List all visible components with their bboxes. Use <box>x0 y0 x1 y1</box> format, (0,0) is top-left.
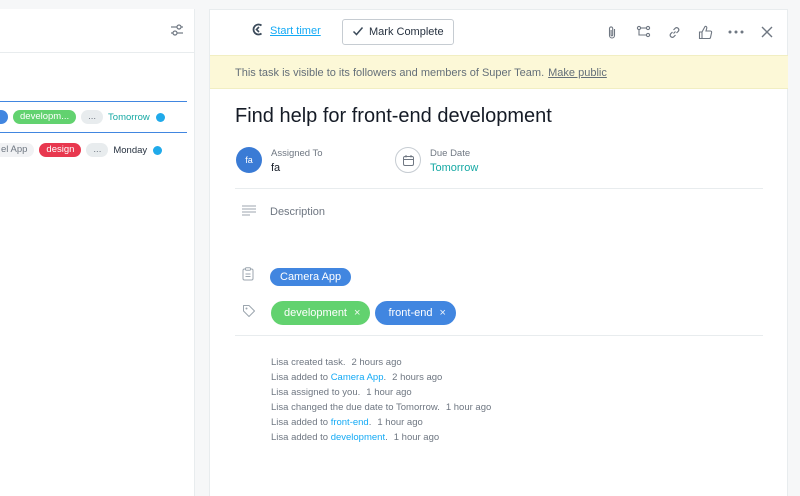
activity-text: Lisa added to <box>271 432 331 443</box>
assigned-to-label: Assigned To <box>271 148 323 159</box>
activity-feed: Lisa created task. 2 hours ago Lisa added… <box>271 355 491 445</box>
subtask-icon[interactable] <box>635 24 651 40</box>
description-placeholder: Description <box>270 206 326 218</box>
mark-complete-label: Mark Complete <box>369 26 444 38</box>
remove-tag-icon[interactable]: × <box>354 301 360 325</box>
activity-link[interactable]: development <box>331 432 385 443</box>
avatar: fa <box>236 147 262 173</box>
task-row[interactable]: developm... ... Tomorrow <box>0 101 187 133</box>
paperclip-icon[interactable] <box>604 24 620 40</box>
activity-item: Lisa added to development. 1 hour ago <box>271 430 491 445</box>
project-field: Camera App <box>242 267 352 286</box>
detail-toolbar: Start timer Mark Complete <box>210 10 787 55</box>
project-tag: el App <box>0 143 35 157</box>
assignee-name: fa <box>271 162 281 174</box>
activity-item: Lisa created task. 2 hours ago <box>271 355 491 370</box>
timer-icon <box>252 23 265 39</box>
task-row[interactable]: el App design ... Monday <box>0 135 189 165</box>
tag-pill: developm... <box>13 110 77 124</box>
activity-item: Lisa added to Camera App. 2 hours ago <box>271 370 491 385</box>
due-date: Tomorrow <box>108 111 150 123</box>
activity-text: Lisa changed the due date to Tomorrow. <box>271 402 440 413</box>
description-icon <box>242 205 256 219</box>
toolbar-icons <box>589 24 775 40</box>
task-detail-pane: Start timer Mark Complete This task is v… <box>209 9 788 496</box>
activity-suffix: . <box>383 372 387 383</box>
checkmark-icon <box>352 25 369 40</box>
description-field[interactable]: Description <box>242 205 325 219</box>
due-date-value: Tomorrow <box>430 162 479 174</box>
activity-time: 1 hour ago <box>377 417 423 428</box>
activity-item: Lisa assigned to you. 1 hour ago <box>271 385 491 400</box>
calendar-icon <box>395 147 421 173</box>
activity-time: 1 hour ago <box>366 387 412 398</box>
activity-text: Lisa created task. <box>271 357 346 368</box>
activity-link[interactable]: front-end <box>331 417 369 428</box>
activity-suffix: . <box>385 432 388 443</box>
project-pill[interactable]: Camera App <box>270 267 352 286</box>
activity-time: 2 hours ago <box>392 372 443 383</box>
divider <box>235 335 763 336</box>
visibility-text: This task is visible to its followers an… <box>235 67 545 79</box>
more-tags-pill[interactable]: ... <box>86 143 109 157</box>
activity-suffix: . <box>368 417 372 428</box>
start-timer-link[interactable]: Start timer <box>270 25 321 37</box>
activity-text: Lisa assigned to you. <box>271 387 361 398</box>
visibility-banner: This task is visible to its followers an… <box>210 55 788 89</box>
start-timer[interactable]: Start timer <box>252 23 321 39</box>
clipboard-icon <box>242 267 254 286</box>
due-date-label: Due Date <box>430 148 471 159</box>
tag-label: front-end <box>388 307 433 319</box>
activity-time: 1 hour ago <box>393 432 440 443</box>
activity-link[interactable]: Camera App <box>331 372 384 383</box>
activity-time: 1 hour ago <box>445 402 492 413</box>
activity-item: Lisa changed the due date to Tomorrow. 1 … <box>271 400 491 415</box>
task-title[interactable]: Find help for front-end development <box>235 105 552 128</box>
assignee-field[interactable]: fa Assigned To fa <box>236 147 323 174</box>
more-icon[interactable] <box>728 24 744 40</box>
link-icon[interactable] <box>666 24 682 40</box>
status-dot <box>153 145 163 155</box>
tag-icon <box>242 304 256 323</box>
status-dot <box>155 112 165 122</box>
activity-item: Lisa added to front-end. 1 hour ago <box>271 415 491 430</box>
activity-text: Lisa added to <box>271 372 331 383</box>
close-icon[interactable] <box>759 24 775 40</box>
more-tags-pill[interactable]: ... <box>81 110 104 124</box>
mark-complete-button[interactable]: Mark Complete <box>342 19 454 45</box>
due-date-field[interactable]: Due Date Tomorrow <box>395 147 478 174</box>
due-date: Monday <box>113 144 148 156</box>
activity-time: 2 hours ago <box>351 357 402 368</box>
tag-pill: design <box>39 143 82 157</box>
divider <box>235 188 763 189</box>
filter-icon[interactable] <box>170 23 184 37</box>
make-public-link[interactable]: Make public <box>548 67 607 79</box>
tag-label: development <box>284 307 347 319</box>
activity-text: Lisa added to <box>271 417 331 428</box>
like-icon[interactable] <box>697 24 713 40</box>
remove-tag-icon[interactable]: × <box>439 301 445 325</box>
tags-field: development × front-end × <box>242 301 456 325</box>
list-header <box>0 9 194 53</box>
task-list-panel: developm... ... Tomorrow el App design .… <box>0 9 195 496</box>
project-tag <box>0 110 8 124</box>
tag-front-end[interactable]: front-end × <box>375 301 456 325</box>
tag-development[interactable]: development × <box>271 301 371 325</box>
